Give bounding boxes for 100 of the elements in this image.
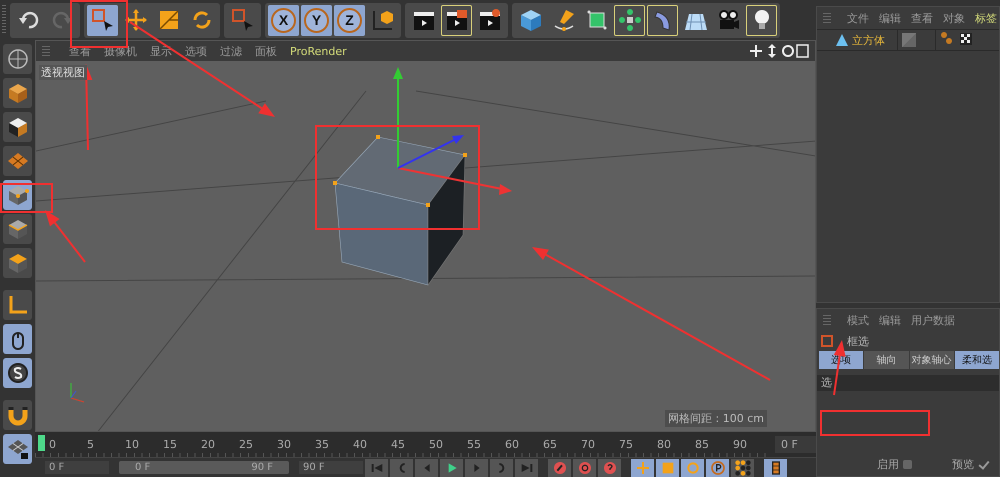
menu-item[interactable]: 面板	[255, 44, 277, 58]
tick-label: 10	[125, 438, 140, 452]
record-button[interactable]	[548, 458, 571, 477]
menu-item[interactable]: 选项	[185, 44, 207, 58]
solo-button[interactable]	[3, 358, 32, 388]
cursor-icon	[90, 8, 114, 32]
menu-item[interactable]: 模式	[847, 312, 869, 328]
cursor-icon	[230, 8, 254, 32]
section-header[interactable]: 选	[817, 375, 999, 391]
lock-workplane-button[interactable]	[3, 434, 32, 464]
s-circle-icon	[6, 361, 30, 385]
subdivision-cube-icon	[584, 8, 608, 32]
rotate-icon	[684, 460, 700, 476]
tick-label: 65	[543, 438, 558, 452]
move-arrows-icon	[634, 460, 650, 476]
axis-tool-button[interactable]	[3, 290, 32, 320]
tick-label: 30	[277, 438, 292, 452]
menu-item[interactable]: 文件	[847, 10, 869, 26]
checkbox-label: 预览	[952, 457, 974, 472]
polygons-button[interactable]	[3, 248, 32, 278]
clapperboard-gear-icon	[478, 8, 502, 32]
range-start-value: 0 F	[135, 462, 150, 474]
grid-spacing-label: 网格间距 : 100 cm	[665, 410, 767, 428]
key-rotate-button[interactable]	[681, 458, 704, 477]
points-button[interactable]	[3, 180, 32, 210]
tick-label: 35	[315, 438, 330, 452]
triangle-icon	[835, 33, 849, 47]
menu-item[interactable]: 对象	[943, 10, 965, 26]
tick-label: 60	[505, 438, 520, 452]
array-button[interactable]	[614, 4, 645, 36]
p-circle-icon	[710, 460, 726, 476]
key-dots-button[interactable]	[731, 458, 754, 477]
tab[interactable]: 柔和选	[954, 351, 999, 369]
texture-button[interactable]	[3, 112, 32, 142]
live-select-button[interactable]	[87, 4, 118, 36]
menu-item[interactable]: 过滤	[220, 44, 242, 58]
timeline-button[interactable]	[764, 458, 787, 477]
autokey-button[interactable]	[573, 458, 596, 477]
tick-label: 55	[467, 438, 482, 452]
menu-item[interactable]: 查看	[911, 10, 933, 26]
key-help-button[interactable]	[598, 458, 621, 477]
timeline-ruler[interactable]: 0 5 10 15 20 25 30 35 40 45 50 55 60 65 70 75 80 85 90 0 F	[35, 432, 816, 458]
key-scale-button[interactable]	[656, 458, 679, 477]
cube-icon	[518, 8, 542, 32]
clapperboard-icon	[444, 8, 468, 32]
scale-icon	[660, 460, 676, 476]
key-auto-icon	[576, 460, 592, 476]
tick-label: 70	[581, 438, 596, 452]
view-label: 透视视图	[39, 65, 87, 80]
axis-lock-button[interactable]: X	[268, 4, 299, 36]
frame-range-slider[interactable]: 0 F 90 F	[119, 461, 289, 474]
light-button[interactable]	[746, 4, 777, 36]
axis-indicator	[70, 382, 84, 402]
checkmark[interactable]	[978, 459, 989, 470]
navigation-icons[interactable]	[749, 44, 809, 58]
tick-label: 0	[49, 438, 57, 452]
dot-grid-icon	[734, 460, 750, 476]
cluster-icon	[618, 8, 642, 32]
snap-button[interactable]	[3, 400, 32, 430]
toolbar-grip[interactable]	[2, 5, 6, 35]
globe-button[interactable]	[3, 44, 32, 74]
tool-title: 框选	[847, 334, 869, 348]
end-frame-field[interactable]: 90 F	[299, 461, 363, 474]
question-icon	[602, 460, 618, 476]
current-frame-field[interactable]: 0 F	[775, 436, 816, 454]
cube-axes-icon	[370, 8, 394, 32]
annotation-arrow	[45, 210, 86, 263]
square-icon	[821, 335, 833, 347]
checkbox[interactable]	[903, 460, 912, 469]
edges-button[interactable]	[3, 214, 32, 244]
key-move-button[interactable]	[631, 458, 654, 477]
model-button[interactable]	[3, 78, 32, 108]
play-button[interactable]	[440, 458, 463, 477]
move-arrows-icon	[124, 8, 148, 32]
menu-item[interactable]: 编辑	[879, 10, 901, 26]
bend-button[interactable]	[647, 4, 678, 36]
range-end-value: 90 F	[251, 462, 273, 474]
axis-lock-button[interactable]: Y	[301, 4, 332, 36]
menu-item[interactable]: ProRender	[290, 44, 347, 58]
axis-lock-button[interactable]: Z	[334, 4, 365, 36]
start-frame-field[interactable]: 0 F	[45, 461, 109, 474]
key-param-button[interactable]	[706, 458, 729, 477]
workplane-button[interactable]	[3, 146, 32, 176]
tab[interactable]: 对象轴心	[910, 351, 954, 369]
playhead-marker[interactable]	[38, 435, 45, 452]
highlight-frame	[0, 183, 53, 213]
tick-label: 45	[391, 438, 406, 452]
tab[interactable]: 轴向	[864, 351, 908, 369]
tick-label: 85	[695, 438, 710, 452]
object-name[interactable]: 立方体	[852, 32, 885, 48]
tick-label: 80	[657, 438, 672, 452]
menu-item[interactable]: 编辑	[879, 312, 901, 328]
go-start-button[interactable]	[365, 458, 388, 477]
camera-icon	[716, 8, 740, 32]
picture-viewer-button[interactable]	[441, 4, 472, 36]
menu-item[interactable]: 标签	[975, 10, 997, 26]
grid-lock-icon	[6, 437, 30, 461]
tweak-button[interactable]	[3, 324, 32, 354]
menu-item[interactable]: 用户数据	[911, 312, 955, 328]
highlight-frame	[70, 0, 128, 48]
